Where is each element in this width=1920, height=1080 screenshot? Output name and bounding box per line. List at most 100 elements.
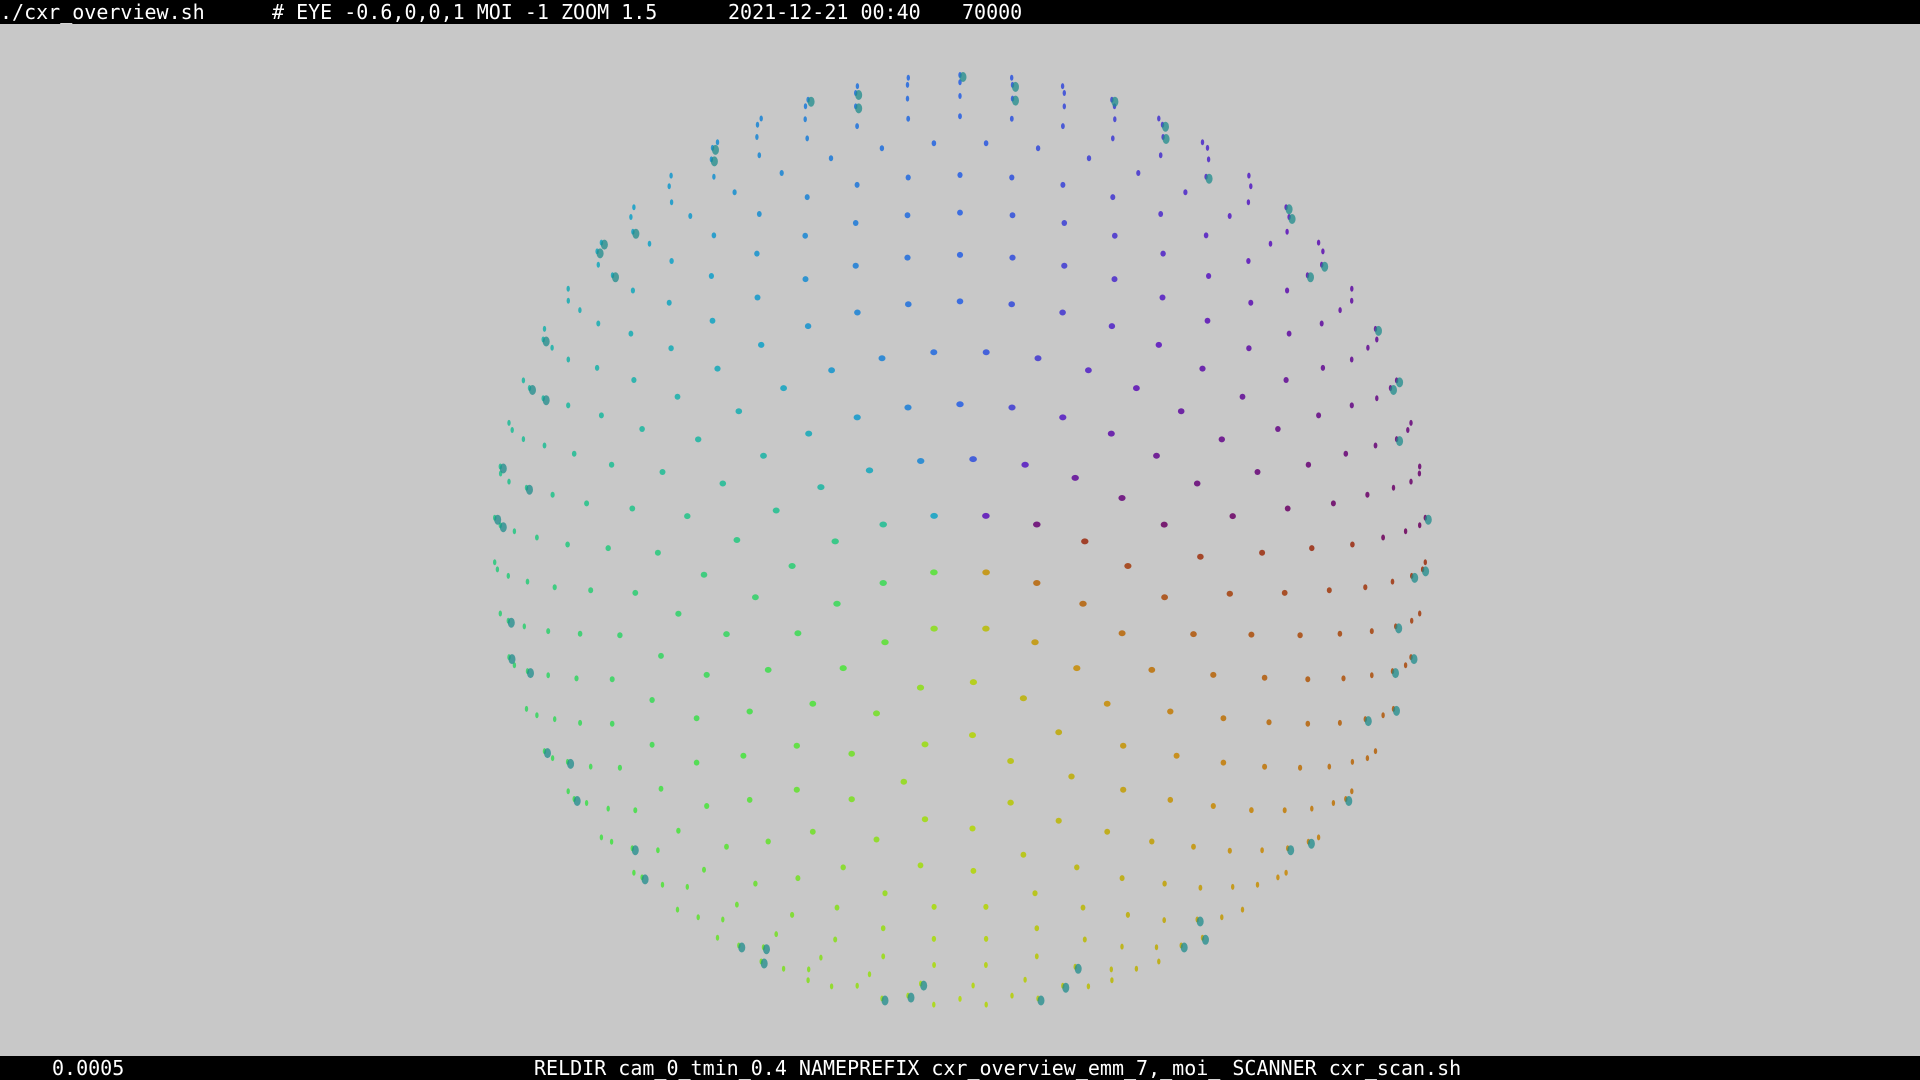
sample-point [1055,729,1063,736]
edge-point-marker [1287,845,1295,856]
sample-point [774,931,778,938]
sample-point [794,630,802,637]
sample-point [1229,513,1236,520]
sample-point [1109,966,1114,973]
sample-point [1031,639,1039,646]
sample-point [904,254,911,261]
sample-point [546,672,550,679]
sample-point [1417,470,1422,477]
edge-point-marker [1307,838,1315,849]
count-label: 70000 [962,0,1023,24]
edge-point-marker [542,336,550,347]
sample-point [1363,584,1368,591]
sample-point [905,95,910,102]
sample-point [535,534,539,541]
edge-point-marker [641,874,649,885]
sample-point [906,115,911,122]
sample-point [649,741,655,748]
sample-point [1248,631,1255,638]
sample-point [733,537,741,543]
edge-point-marker [1162,121,1169,132]
sample-point [688,213,693,219]
sample-point [764,666,772,673]
sample-point [740,752,747,759]
sample-point [506,572,510,579]
sample-point [828,367,835,374]
sample-point [753,880,758,887]
edge-point-marker [600,239,608,250]
sample-point [930,569,938,576]
sample-point [1157,115,1161,122]
sample-point [608,461,615,468]
sample-point [669,258,674,264]
datetime-label: 2021-12-21 00:40 [728,0,921,24]
sample-point [1210,671,1217,678]
sample-point [1104,828,1111,835]
sphere-point-cloud [493,72,1432,1008]
sample-point [1009,212,1016,219]
edge-point-marker [494,514,502,525]
sample-point [675,610,682,617]
sample-point [957,209,963,216]
sample-point [793,786,800,793]
sample-point [905,81,910,88]
sample-point [1197,553,1204,560]
sample-point [1231,883,1235,890]
sample-point [617,764,623,771]
edge-point-marker [1012,95,1019,106]
sample-point [1240,906,1245,913]
sample-point [970,867,977,874]
sample-point [565,541,570,548]
sample-point [1381,534,1385,541]
sample-point [609,720,615,727]
sample-point [1061,262,1068,269]
sample-point [873,836,880,843]
sample-point [779,170,784,176]
sample-point [756,211,762,217]
sample-point [882,890,888,897]
sample-point [1125,911,1130,918]
sample-point [931,140,937,147]
sample-point [1249,807,1254,814]
sample-point [525,578,530,585]
sample-point [1337,630,1343,637]
sample-point [606,805,610,812]
sample-point [1177,408,1185,415]
sample-point [1218,436,1226,443]
sample-point [1297,632,1303,639]
sample-point [802,232,808,239]
sample-point [588,763,593,770]
sample-point [1418,610,1422,617]
sample-point [1268,240,1273,247]
edge-point-marker [1205,173,1213,184]
edge-point-marker [1180,942,1188,953]
sample-point [542,442,547,449]
sample-point [495,566,500,573]
edge-point-marker [1422,566,1430,577]
sample-point [493,559,497,566]
sample-point [848,796,855,803]
sample-point [1330,500,1336,507]
sample-point [746,708,753,715]
sample-point [721,916,725,923]
edge-point-marker [1396,377,1404,388]
sample-point [658,785,664,792]
sample-point [1423,559,1428,566]
sample-point [760,452,767,459]
sample-point [1266,719,1272,726]
sample-point [676,827,681,834]
sample-point [873,710,880,717]
sample-point [719,480,727,487]
edge-point-marker [1345,796,1353,806]
sample-point [1060,83,1065,90]
sample-point [658,652,664,659]
edge-point-marker [631,845,639,856]
edge-point-marker [1012,81,1019,92]
sample-point [578,719,583,726]
edge-point-marker [507,617,515,628]
sample-point [1418,463,1422,470]
sample-point [819,954,823,961]
sample-point [609,838,614,845]
sample-point [1033,521,1041,528]
top-status-bar: ./cxr_overview.sh # EYE -0.6,0,0,1 MOI -… [0,0,1920,24]
